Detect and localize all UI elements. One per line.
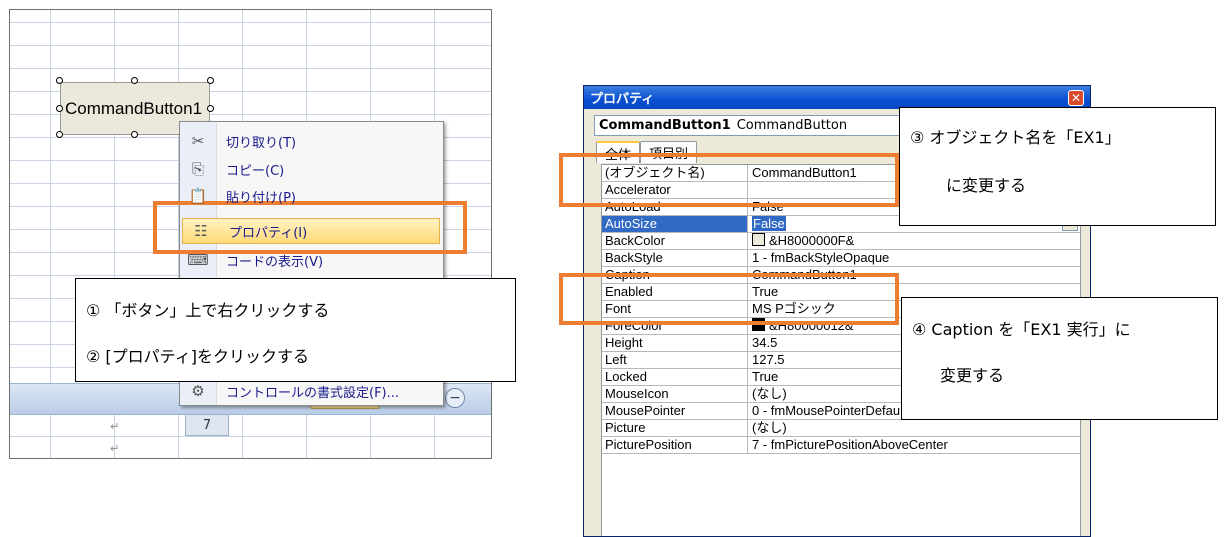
menu-item-copy[interactable]: ⎘ コピー(C) [180,156,443,182]
property-row-caption[interactable]: Caption CommandButton1 [602,267,1080,284]
menu-item-properties[interactable]: ☷ プロパティ(I) [182,218,440,244]
resize-handle-mr[interactable] [207,105,214,112]
menu-item-cut[interactable]: ✂ 切り取り(T) [180,128,443,154]
callout-step2: ② [プロパティ]をクリックする [86,347,309,366]
resize-handle-bl[interactable] [56,131,63,138]
callout-caption: ④ Caption を「EX1 実行」に 変更する [901,297,1218,420]
property-value[interactable]: (なし) [750,420,1080,436]
menu-item-paste[interactable]: 📋 貼り付け(P) [180,183,443,209]
callout-step4-cont: 変更する [940,366,1005,385]
property-name: AutoLoad [602,199,748,215]
property-name: (オブジェクト名) [602,165,748,181]
property-name: Caption [602,267,748,283]
zoom-out-button[interactable]: − [445,388,465,408]
callout-step3-cont: に変更する [946,176,1027,195]
property-value-text: False [752,216,786,231]
property-value[interactable]: 1 - fmBackStyleOpaque [750,250,1080,266]
callout-object-name: ③ オブジェクト名を「EX1」 に変更する [899,107,1216,226]
property-name: ForeColor [602,318,748,334]
properties-icon: ☷ [194,222,208,240]
property-name: Enabled [602,284,748,300]
property-name: PicturePosition [602,437,748,453]
resize-handle-tl[interactable] [56,77,63,84]
property-name: BackColor [602,233,748,249]
resize-handle-tr[interactable] [207,77,214,84]
menu-item-label: コントロールの書式設定(F)... [226,385,400,401]
property-row-backstyle[interactable]: BackStyle 1 - fmBackStyleOpaque [602,250,1080,267]
resize-handle-ml[interactable] [56,105,63,112]
excel-sheet: CommandButton1 − 7 ↵ ↵ ✂ 切り取り(T) ⎘ コピー(C… [9,9,492,459]
callout-step4: ④ Caption を「EX1 実行」に [912,320,1131,339]
menu-item-view-code[interactable]: ⌨ コードの表示(V) [180,247,443,273]
object-name: CommandButton1 [599,118,731,133]
property-name: MousePointer [602,403,748,419]
resize-handle-tm[interactable] [131,77,138,84]
menu-item-label: プロパティ(I) [229,225,308,241]
copy-icon: ⎘ [191,160,204,178]
callout-step3: ③ オブジェクト名を「EX1」 [910,128,1121,147]
property-name: Font [602,301,748,317]
properties-tabs: 全体 項目別 [596,141,698,163]
resize-handle-bm[interactable] [131,131,138,138]
property-name: Accelerator [602,182,748,198]
view-code-icon: ⌨ [187,251,209,269]
row-number[interactable]: 7 [185,414,229,436]
tab-alphabetic[interactable]: 全体 [596,141,641,163]
object-type: CommandButton [736,118,848,133]
scissors-icon: ✂ [191,132,205,150]
property-name: AutoSize [602,216,748,232]
close-icon[interactable]: ✕ [1068,90,1084,106]
property-value-text: &H80000012& [769,318,854,333]
tab-categorized[interactable]: 項目別 [640,141,698,163]
menu-item-label: 貼り付け(P) [226,190,296,206]
return-mark: ↵ [110,442,120,455]
property-value[interactable]: &H8000000F& [750,233,1080,249]
property-row-picture[interactable]: Picture (なし) [602,420,1080,437]
format-control-icon: ⚙ [191,382,205,400]
color-swatch [752,318,765,331]
window-title: プロパティ [590,92,655,107]
return-mark: ↵ [110,420,120,433]
menu-item-label: コードの表示(V) [226,254,324,270]
property-name: Left [602,352,748,368]
menu-item-label: 切り取り(T) [226,135,297,151]
property-value-text: &H8000000F& [769,233,855,248]
property-name: Locked [602,369,748,385]
properties-title-bar[interactable]: プロパティ [584,86,1090,109]
property-name: BackStyle [602,250,748,266]
property-row-backcolor[interactable]: BackColor &H8000000F& [602,233,1080,250]
paste-icon: 📋 [188,187,208,205]
property-row-pictureposition[interactable]: PicturePosition 7 - fmPicturePositionAbo… [602,437,1080,454]
callout-step1: ① 「ボタン」上で右クリックする [86,301,330,320]
menu-item-label: コピー(C) [226,163,285,179]
callout-left: ① 「ボタン」上で右クリックする ② [プロパティ]をクリックする [75,278,516,382]
property-name: Picture [602,420,748,436]
property-name: MouseIcon [602,386,748,402]
property-name: Height [602,335,748,351]
color-swatch [752,233,765,246]
property-value[interactable]: 7 - fmPicturePositionAboveCenter [750,437,1080,453]
property-value[interactable]: CommandButton1 [750,267,1080,283]
